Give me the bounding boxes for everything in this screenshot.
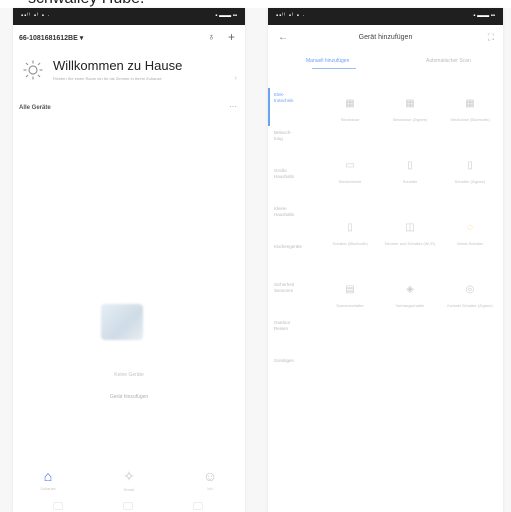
system-nav-bar [13, 501, 245, 510]
status-indicators: ▪▪ᴵᴵ ▪ᴵ ▪ · [276, 13, 306, 19]
category-item[interactable]: Beleuch- tung [268, 126, 318, 164]
welcome-title: Willkommen zu Hause [53, 58, 183, 73]
strip-icon: ▭ [345, 160, 355, 171]
category-list: Elek- trotechnik Beleuch- tung Große Haush… [268, 88, 318, 392]
device-type-item[interactable]: ▤ Szenenschalter [320, 284, 380, 344]
all-devices-label[interactable]: Alle Geräte [19, 105, 51, 111]
add-mode-tabs: Manuell hinzufügen Automatischer Scan [268, 53, 503, 73]
device-type-label: Schalter [402, 179, 418, 184]
sun-icon [23, 60, 43, 80]
device-type-item[interactable]: ◎ Kontakt Schalter (Zigbee) [440, 284, 500, 344]
home-icon: ⌂ [43, 468, 53, 484]
bottom-tab-bar: ⌂ Zuhause ✧ Smart ☺ Ich [13, 454, 245, 512]
active-tab-indicator [312, 68, 356, 69]
tab-manual-add[interactable]: Manuell hinzufügen [306, 58, 349, 64]
add-device-screen: ▪▪ᴵᴵ ▪ᴵ ▪ · ▪ ▬▬ ▪▪ ← Gerät hinzufügen ⛶… [268, 8, 503, 512]
home-header: 66-1081681612BE ▾ ♁ + [13, 25, 245, 51]
device-type-item[interactable]: ▦ Steckdose (Bluetooth) [440, 98, 500, 158]
category-item[interactable]: Kleine Haushalts [268, 202, 318, 240]
empty-state-illustration [101, 304, 143, 340]
device-type-label: Steckdose (Bluetooth) [450, 117, 490, 122]
tab-label: Zuhause [40, 486, 56, 491]
add-device-header: ← Gerät hinzufügen ⛶ [268, 25, 503, 53]
device-type-item[interactable]: ▯ Schalter (Zigbee) [440, 160, 500, 220]
nav-home-icon[interactable] [123, 502, 133, 510]
tab-auto-scan[interactable]: Automatischer Scan [426, 58, 471, 64]
device-type-item[interactable]: ◫ Dimmer und Schalter (Wi-Fi) [380, 222, 440, 282]
battery-indicator: ▪ ▬▬ ▪▪ [473, 13, 495, 19]
switch-icon: ▯ [407, 160, 413, 171]
category-item[interactable]: Outdoor Reisen [268, 316, 318, 354]
device-type-label: Steckdose [340, 117, 360, 122]
curtain-icon: ◈ [406, 284, 414, 295]
bulb-icon: ◌ [467, 222, 473, 233]
category-item[interactable]: Sicherheit Sensoren [268, 278, 318, 316]
socket-icon: ▦ [405, 98, 415, 109]
devices-header: Alle Geräte ··· [13, 99, 245, 119]
nav-back-icon[interactable] [53, 502, 63, 510]
scene-icon: ▤ [345, 284, 355, 295]
device-type-item[interactable]: ▭ Steckerleiste [320, 160, 380, 220]
dimmer-icon: ◫ [405, 222, 415, 233]
tab-me[interactable]: ☺ Ich [185, 468, 235, 491]
category-item[interactable]: Elek- trotechnik [268, 88, 318, 126]
device-type-label: Dimmer und Schalter (Wi-Fi) [384, 241, 436, 246]
chevron-right-icon[interactable]: › [235, 75, 237, 82]
microphone-icon[interactable]: ♁ [208, 32, 216, 43]
device-type-label: Schalter (Zigbee) [454, 179, 486, 184]
profile-icon: ☺ [202, 468, 218, 484]
switch-icon: ▯ [467, 160, 473, 171]
device-type-item[interactable]: ◌ Wand-Schalter [440, 222, 500, 282]
smart-icon: ✧ [123, 468, 135, 484]
device-type-label: Szenenschalter [336, 303, 364, 308]
home-selector[interactable]: 66-1081681612BE ▾ [19, 34, 83, 42]
category-item[interactable]: Sonstiges [268, 354, 318, 392]
category-item[interactable]: Große Haushalts [268, 164, 318, 202]
device-type-item[interactable]: ◈ Vorhangschalter [380, 284, 440, 344]
scan-icon[interactable]: ⛶ [488, 32, 494, 43]
add-icon[interactable]: + [228, 30, 235, 44]
more-icon[interactable]: ··· [229, 102, 237, 111]
status-bar: ▪▪ᴵᴵ ▪ᴵ ▪ · ▪ ▬▬ ▪▪ [268, 8, 503, 25]
status-bar: ▪▪ᴵᴵ ▪ᴵ ▪ · ▪ ▬▬ ▪▪ [13, 8, 245, 25]
tab-label: Ich [207, 486, 213, 491]
home-screen: ▪▪ᴵᴵ ▪ᴵ ▪ · ▪ ▬▬ ▪▪ 66-1081681612BE ▾ ♁ … [13, 8, 245, 512]
welcome-subtitle: Richten Sie einen Raum ein für die Zimme… [53, 76, 162, 81]
status-indicators: ▪▪ᴵᴵ ▪ᴵ ▪ · [21, 13, 51, 19]
device-type-item[interactable]: ▯ Schalter [380, 160, 440, 220]
socket-icon: ▦ [465, 98, 475, 109]
tab-label: Smart [123, 487, 135, 492]
category-item[interactable]: Küchengeräte [268, 240, 318, 278]
device-type-item[interactable]: ▦ Steckdose (Zigbee) [380, 98, 440, 158]
device-type-label: Wand-Schalter [456, 241, 484, 246]
switch-icon: ▯ [347, 222, 353, 233]
empty-state-text: Keine Geräte [114, 372, 144, 378]
device-type-label: Steckdose (Zigbee) [392, 117, 428, 122]
welcome-banner: Willkommen zu Hause Richten Sie einen Ra… [13, 51, 245, 99]
device-type-item[interactable]: ▯ Schalter (Bluetooth) [320, 222, 380, 282]
page-title: Gerät hinzufügen [358, 34, 413, 41]
battery-indicator: ▪ ▬▬ ▪▪ [215, 13, 237, 19]
device-type-label: Vorhangschalter [395, 303, 425, 308]
contact-icon: ◎ [465, 284, 475, 295]
device-type-label: Steckerleiste [338, 179, 362, 184]
add-device-button[interactable]: Gerät hinzufügen [13, 394, 245, 400]
nav-recent-icon[interactable] [193, 502, 203, 510]
device-type-label: Kontakt Schalter (Zigbee) [447, 303, 493, 308]
socket-icon: ▦ [345, 98, 355, 109]
tab-smart[interactable]: ✧ Smart [104, 468, 154, 492]
tab-home[interactable]: ⌂ Zuhause [23, 468, 73, 491]
device-type-label: Schalter (Bluetooth) [332, 241, 368, 246]
caption: schwalley Hube. [0, 0, 511, 8]
device-type-item[interactable]: ▦ Steckdose [320, 98, 380, 158]
